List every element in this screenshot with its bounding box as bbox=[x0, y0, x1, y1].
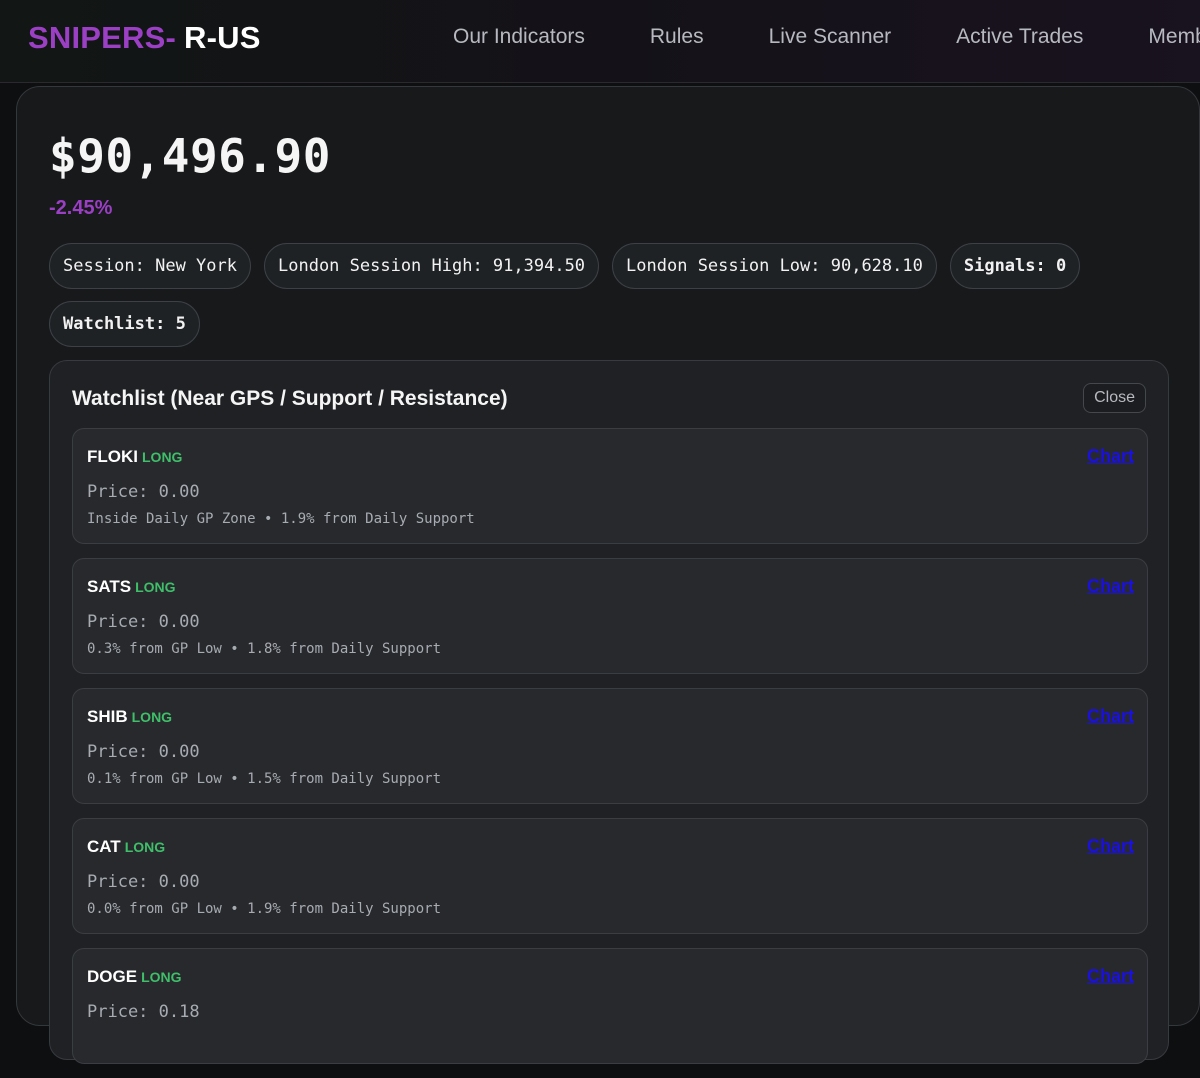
chip-session: Session: New York bbox=[49, 243, 251, 289]
item-price: Price: 0.00 bbox=[87, 482, 200, 502]
list-item: SHIB LONG Chart Price: 0.00 0.1% from GP … bbox=[72, 688, 1148, 804]
brand-part-1: SNIPERS- bbox=[28, 20, 177, 55]
list-item: SATS LONG Chart Price: 0.00 0.3% from GP … bbox=[72, 558, 1148, 674]
chart-link[interactable]: Chart bbox=[1087, 446, 1134, 467]
chart-link[interactable]: Chart bbox=[1087, 706, 1134, 727]
chart-link[interactable]: Chart bbox=[1087, 576, 1134, 597]
chart-link[interactable]: Chart bbox=[1087, 836, 1134, 857]
item-symbol: SHIB bbox=[87, 707, 128, 726]
nav-our-indicators[interactable]: Our Indicators bbox=[453, 25, 585, 49]
item-direction: LONG bbox=[135, 579, 176, 595]
item-symbol: SATS bbox=[87, 577, 132, 596]
chip-signals[interactable]: Signals: 0 bbox=[949, 243, 1081, 289]
watchlist-panel: Watchlist (Near GPS / Support / Resistan… bbox=[49, 360, 1169, 1064]
price-change: -2.45% bbox=[49, 197, 113, 219]
item-price: Price: 0.18 bbox=[87, 1002, 200, 1022]
list-item: DOGE LONG Chart Price: 0.18 bbox=[72, 948, 1148, 1064]
item-symbol: CAT bbox=[87, 837, 121, 856]
brand-part-2: R-US bbox=[184, 20, 261, 55]
watchlist-items: FLOKI LONG Chart Price: 0.00 Inside Daily… bbox=[72, 428, 1148, 1078]
nav-rules[interactable]: Rules bbox=[650, 25, 704, 49]
brand-logo[interactable]: SNIPERS- R-US bbox=[28, 20, 261, 56]
item-direction: LONG bbox=[124, 839, 166, 855]
item-note: 0.1% from GP Low • 1.5% from Daily Suppo… bbox=[87, 771, 442, 787]
item-note: Inside Daily GP Zone • 1.9% from Daily S… bbox=[87, 511, 475, 527]
watchlist-title: Watchlist (Near GPS / Support / Resistan… bbox=[72, 387, 508, 410]
main-panel: $90,496.90 -2.45% Session: New York Lond… bbox=[16, 86, 1200, 1064]
item-symbol: DOGE bbox=[87, 967, 138, 986]
item-price: Price: 0.00 bbox=[87, 612, 200, 632]
chip-london-low: London Session Low: 90,628.10 bbox=[612, 243, 937, 289]
item-note: 0.0% from GP Low • 1.9% from Daily Suppo… bbox=[87, 901, 442, 917]
item-direction: LONG bbox=[141, 969, 182, 985]
chip-watchlist[interactable]: Watchlist: 5 bbox=[49, 301, 200, 347]
item-note: 0.3% from GP Low • 1.8% from Daily Suppo… bbox=[87, 641, 442, 657]
top-navbar: SNIPERS- R-US Our Indicators Rules Live S… bbox=[0, 0, 1200, 83]
current-price: $90,496.90 bbox=[49, 129, 331, 183]
item-direction: LONG bbox=[142, 449, 183, 465]
list-item: CAT LONG Chart Price: 0.00 0.0% from GP L… bbox=[72, 818, 1148, 934]
list-item: FLOKI LONG Chart Price: 0.00 Inside Daily… bbox=[72, 428, 1148, 544]
main-nav: Our Indicators Rules Live Scanner Active… bbox=[453, 25, 1200, 49]
item-price: Price: 0.00 bbox=[87, 742, 200, 762]
chip-london-high: London Session High: 91,394.50 bbox=[264, 243, 600, 289]
item-direction: LONG bbox=[131, 709, 173, 725]
close-button[interactable]: Close bbox=[1083, 383, 1146, 413]
chart-link[interactable]: Chart bbox=[1087, 966, 1134, 987]
status-chips: Session: New York London Session High: 9… bbox=[49, 243, 1169, 347]
nav-live-scanner[interactable]: Live Scanner bbox=[769, 25, 892, 49]
nav-membership[interactable]: Membership bbox=[1148, 25, 1200, 49]
item-symbol: FLOKI bbox=[87, 447, 138, 466]
nav-active-trades[interactable]: Active Trades bbox=[956, 25, 1083, 49]
item-price: Price: 0.00 bbox=[87, 872, 200, 892]
